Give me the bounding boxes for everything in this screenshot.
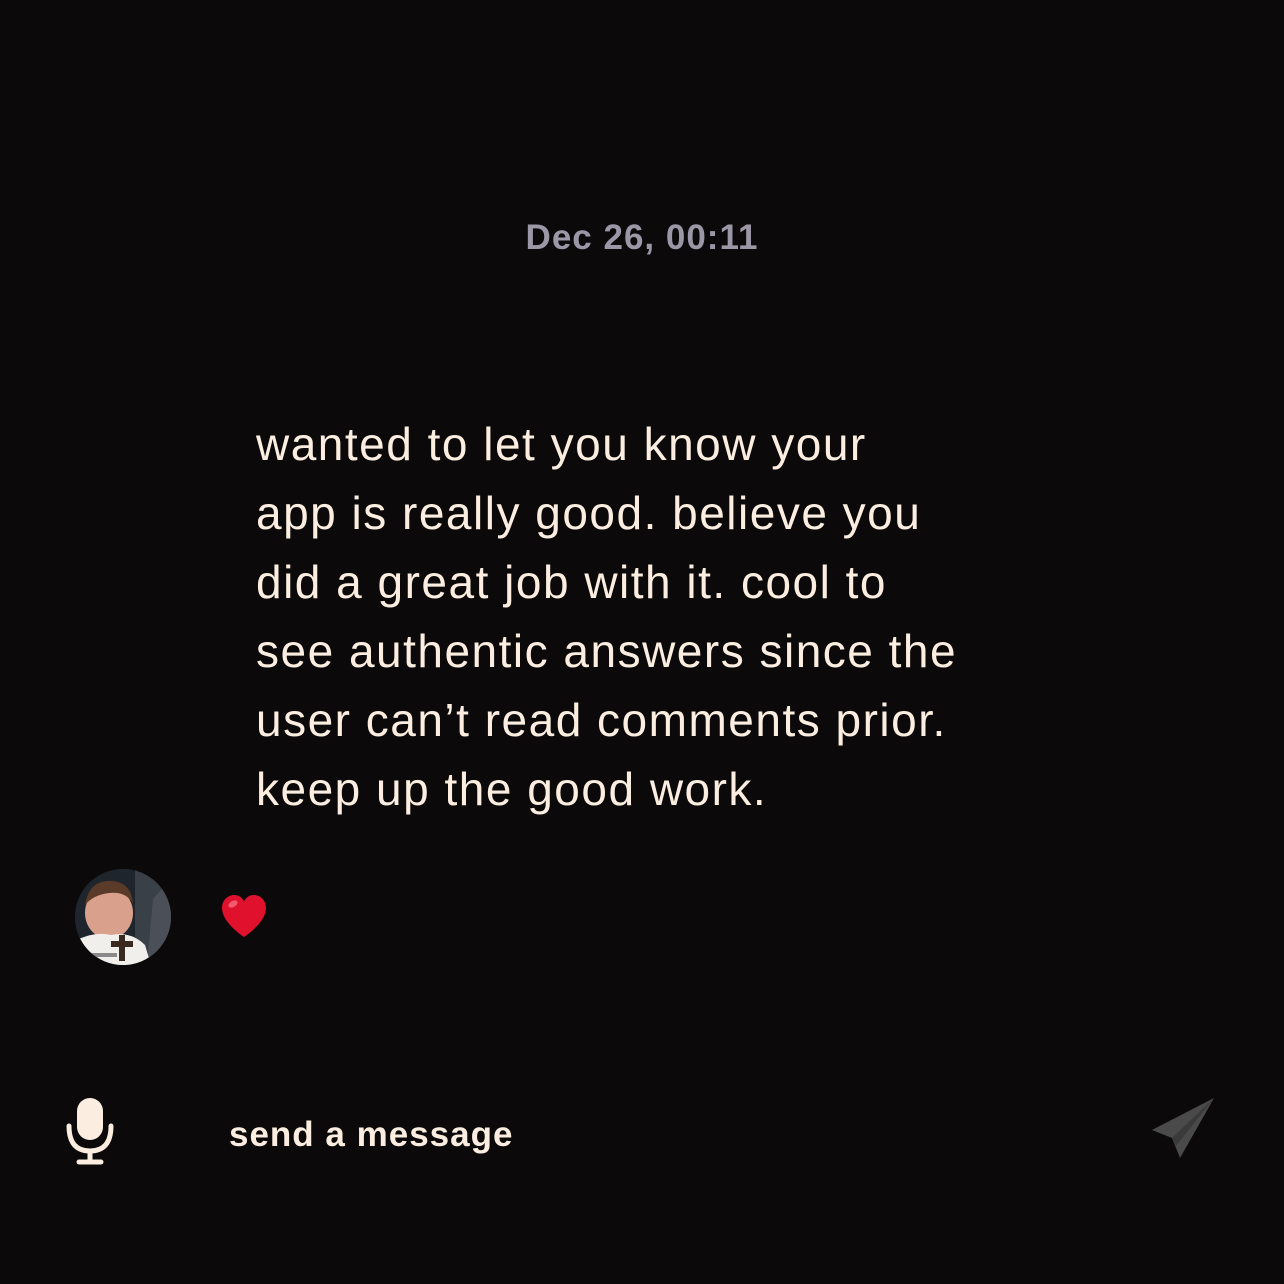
paper-plane-send-icon[interactable] [1148, 1096, 1216, 1162]
red-heart-icon [219, 892, 269, 942]
message-body: wanted to let you know your app is reall… [256, 418, 958, 815]
reaction-row [75, 868, 269, 966]
user-avatar[interactable] [75, 869, 171, 965]
microphone-icon[interactable] [64, 1096, 116, 1166]
message-input[interactable] [229, 1110, 1029, 1160]
message-timestamp: Dec 26, 00:11 [525, 218, 759, 257]
message-composer [0, 1090, 1284, 1180]
